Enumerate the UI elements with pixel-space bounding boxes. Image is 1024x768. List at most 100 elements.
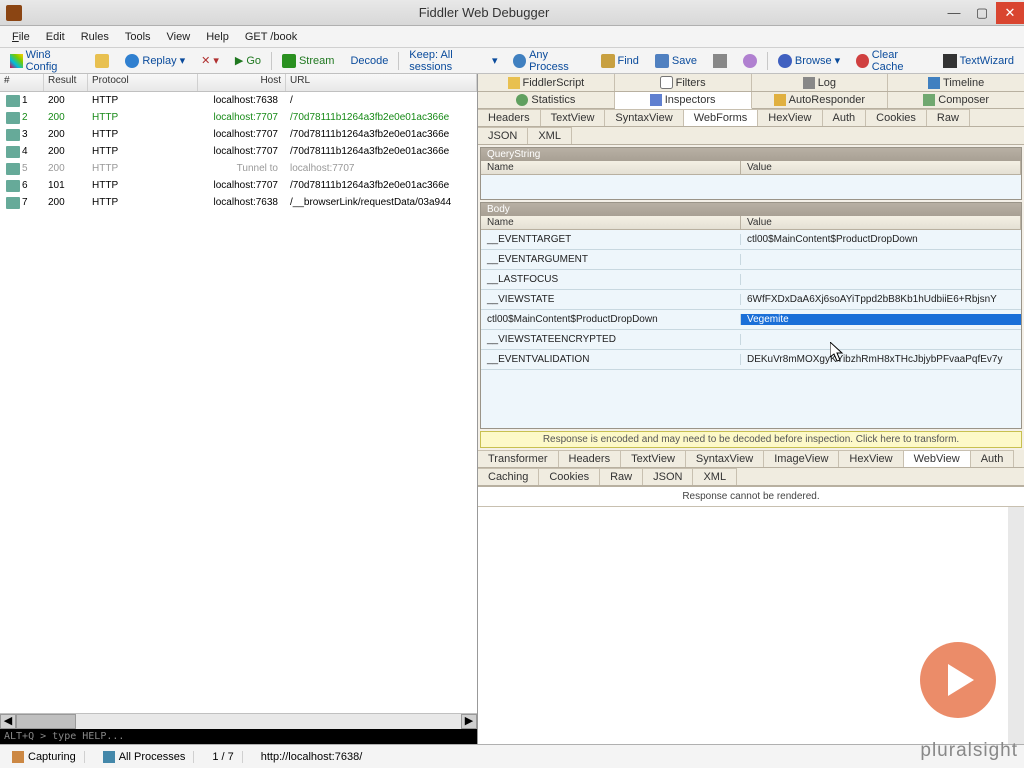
menu-tools[interactable]: Tools bbox=[117, 29, 159, 45]
reqtab-hexview[interactable]: HexView bbox=[758, 109, 822, 126]
timer-button[interactable] bbox=[737, 52, 763, 70]
camera-button[interactable] bbox=[707, 52, 733, 70]
remove-button[interactable]: ✕ ▾ bbox=[195, 52, 225, 69]
tab-timeline[interactable]: Timeline bbox=[888, 74, 1024, 91]
menu-rules[interactable]: Rules bbox=[73, 29, 117, 45]
save-button[interactable]: Save bbox=[649, 52, 703, 70]
close-button[interactable]: ✕ bbox=[996, 2, 1024, 24]
form-field-value[interactable]: DEKuVr8mMOXgyKYibzhRmH8xTHcJbjybPFvaaPqf… bbox=[741, 354, 1021, 365]
status-allprocesses[interactable]: All Processes bbox=[95, 751, 195, 763]
capturing-icon bbox=[12, 751, 24, 763]
reqtab-headers[interactable]: Headers bbox=[478, 109, 541, 126]
form-field-value[interactable]: Vegemite bbox=[741, 314, 1021, 325]
col-host[interactable]: Host bbox=[198, 74, 286, 91]
textwizard-button[interactable]: TextWizard bbox=[937, 52, 1020, 70]
keep-sessions-dropdown[interactable]: Keep: All sessions ▾ bbox=[403, 47, 503, 75]
response-vscroll[interactable] bbox=[1008, 507, 1024, 744]
session-row[interactable]: 7200HTTPlocalhost:7638/__browserLink/req… bbox=[0, 194, 477, 211]
go-button[interactable]: ▶ Go bbox=[229, 52, 267, 69]
response-encoded-bar[interactable]: Response is encoded and may need to be d… bbox=[480, 431, 1022, 448]
form-body-row[interactable]: __VIEWSTATEENCRYPTED bbox=[481, 330, 1021, 350]
form-body-row[interactable]: __EVENTTARGETctl00$MainContent$ProductDr… bbox=[481, 230, 1021, 250]
resptab-imageview[interactable]: ImageView bbox=[764, 450, 839, 467]
stream-button[interactable]: Stream bbox=[276, 52, 340, 70]
form-body-row[interactable]: ctl00$MainContent$ProductDropDownVegemit… bbox=[481, 310, 1021, 330]
inspectors-icon bbox=[650, 94, 662, 106]
querystring-body[interactable] bbox=[481, 175, 1021, 199]
form-body-row[interactable]: __LASTFOCUS bbox=[481, 270, 1021, 290]
clear-cache-button[interactable]: Clear Cache bbox=[850, 47, 932, 75]
resptab-auth[interactable]: Auth bbox=[971, 450, 1015, 467]
resptab-webview[interactable]: WebView bbox=[904, 450, 971, 467]
resptab-caching[interactable]: Caching bbox=[478, 468, 539, 485]
tab-log[interactable]: Log bbox=[752, 74, 889, 91]
tab-statistics[interactable]: Statistics bbox=[478, 92, 615, 108]
session-row[interactable]: 6101HTTPlocalhost:7707/70d78111b1264a3fb… bbox=[0, 177, 477, 194]
menu-edit[interactable]: Edit bbox=[38, 29, 73, 45]
tab-fiddlerscript[interactable]: FiddlerScript bbox=[478, 74, 615, 91]
col-protocol[interactable]: Protocol bbox=[88, 74, 198, 91]
reqtab-cookies[interactable]: Cookies bbox=[866, 109, 927, 126]
session-row[interactable]: 3200HTTPlocalhost:7707/70d78111b1264a3fb… bbox=[0, 126, 477, 143]
session-row[interactable]: 4200HTTPlocalhost:7707/70d78111b1264a3fb… bbox=[0, 143, 477, 160]
form-body-row[interactable]: __VIEWSTATE6WfFXDxDaA6Xj6soAYiTppd2bB8Kb… bbox=[481, 290, 1021, 310]
session-row[interactable]: 5200HTTPTunnel tolocalhost:7707 bbox=[0, 160, 477, 177]
reqtab-textview[interactable]: TextView bbox=[541, 109, 606, 126]
decode-button[interactable]: Decode bbox=[344, 53, 394, 69]
form-body-row[interactable]: __EVENTVALIDATIONDEKuVr8mMOXgyKYibzhRmH8… bbox=[481, 350, 1021, 370]
find-icon bbox=[601, 54, 615, 68]
filters-checkbox[interactable] bbox=[660, 76, 673, 89]
menu-get-book[interactable]: GET /book bbox=[237, 29, 305, 45]
replay-icon bbox=[125, 54, 139, 68]
resptab-raw[interactable]: Raw bbox=[600, 468, 643, 485]
win8-config-button[interactable]: Win8 Config bbox=[4, 47, 85, 75]
tab-inspectors[interactable]: Inspectors bbox=[615, 92, 752, 109]
maximize-button[interactable]: ▢ bbox=[968, 2, 996, 24]
resptab-transformer[interactable]: Transformer bbox=[478, 450, 559, 467]
find-button[interactable]: Find bbox=[595, 52, 645, 70]
replay-button[interactable]: Replay ▾ bbox=[119, 52, 191, 70]
body-col-value[interactable]: Value bbox=[741, 216, 1021, 229]
qs-col-value[interactable]: Value bbox=[741, 161, 1021, 174]
reqtab-json[interactable]: JSON bbox=[478, 127, 528, 144]
resptab-hexview[interactable]: HexView bbox=[839, 450, 903, 467]
resptab-json[interactable]: JSON bbox=[643, 468, 693, 485]
browse-button[interactable]: Browse ▾ bbox=[772, 52, 846, 70]
menu-file[interactable]: File bbox=[4, 29, 38, 45]
col-result[interactable]: Result bbox=[44, 74, 88, 91]
col-url[interactable]: URL bbox=[286, 74, 477, 91]
resptab-syntaxview[interactable]: SyntaxView bbox=[686, 450, 764, 467]
col-number[interactable]: # bbox=[0, 74, 44, 91]
minimize-button[interactable]: — bbox=[940, 2, 968, 24]
tab-autoresponder[interactable]: AutoResponder bbox=[752, 92, 889, 108]
resptab-headers[interactable]: Headers bbox=[559, 450, 622, 467]
body-col-name[interactable]: Name bbox=[481, 216, 741, 229]
resptab-textview[interactable]: TextView bbox=[621, 450, 686, 467]
form-field-value[interactable]: 6WfFXDxDaA6Xj6soAYiTppd2bB8Kb1hUdbiiE6+R… bbox=[741, 294, 1021, 305]
any-process-button[interactable]: Any Process bbox=[507, 47, 590, 75]
qs-col-name[interactable]: Name bbox=[481, 161, 741, 174]
menu-help[interactable]: Help bbox=[198, 29, 237, 45]
session-row[interactable]: 2200HTTPlocalhost:7707/70d78111b1264a3fb… bbox=[0, 109, 477, 126]
session-row[interactable]: 1200HTTPlocalhost:7638/ bbox=[0, 92, 477, 109]
tab-composer[interactable]: Composer bbox=[888, 92, 1024, 108]
menu-view[interactable]: View bbox=[159, 29, 199, 45]
reqtab-raw[interactable]: Raw bbox=[927, 109, 970, 126]
quickexec-bar[interactable]: ALT+Q > type HELP... bbox=[0, 729, 477, 744]
reqtab-webforms[interactable]: WebForms bbox=[684, 109, 759, 126]
status-capturing[interactable]: Capturing bbox=[4, 751, 85, 763]
reqtab-auth[interactable]: Auth bbox=[823, 109, 867, 126]
comment-icon bbox=[95, 54, 109, 68]
resptab-xml[interactable]: XML bbox=[693, 468, 737, 485]
pluralsight-watermark: pluralsight bbox=[920, 740, 1018, 762]
form-body-row[interactable]: __EVENTARGUMENT bbox=[481, 250, 1021, 270]
reqtab-xml[interactable]: XML bbox=[528, 127, 572, 144]
tab-filters[interactable]: Filters bbox=[615, 74, 752, 91]
body-section: Body Name Value __EVENTTARGETctl00$MainC… bbox=[480, 202, 1022, 429]
body-title: Body bbox=[481, 203, 1021, 216]
comment-button[interactable] bbox=[89, 52, 115, 70]
reqtab-syntaxview[interactable]: SyntaxView bbox=[605, 109, 683, 126]
form-field-value[interactable]: ctl00$MainContent$ProductDropDown bbox=[741, 234, 1021, 245]
sessions-hscroll[interactable]: ◀▶ bbox=[0, 713, 477, 729]
resptab-cookies[interactable]: Cookies bbox=[539, 468, 600, 485]
